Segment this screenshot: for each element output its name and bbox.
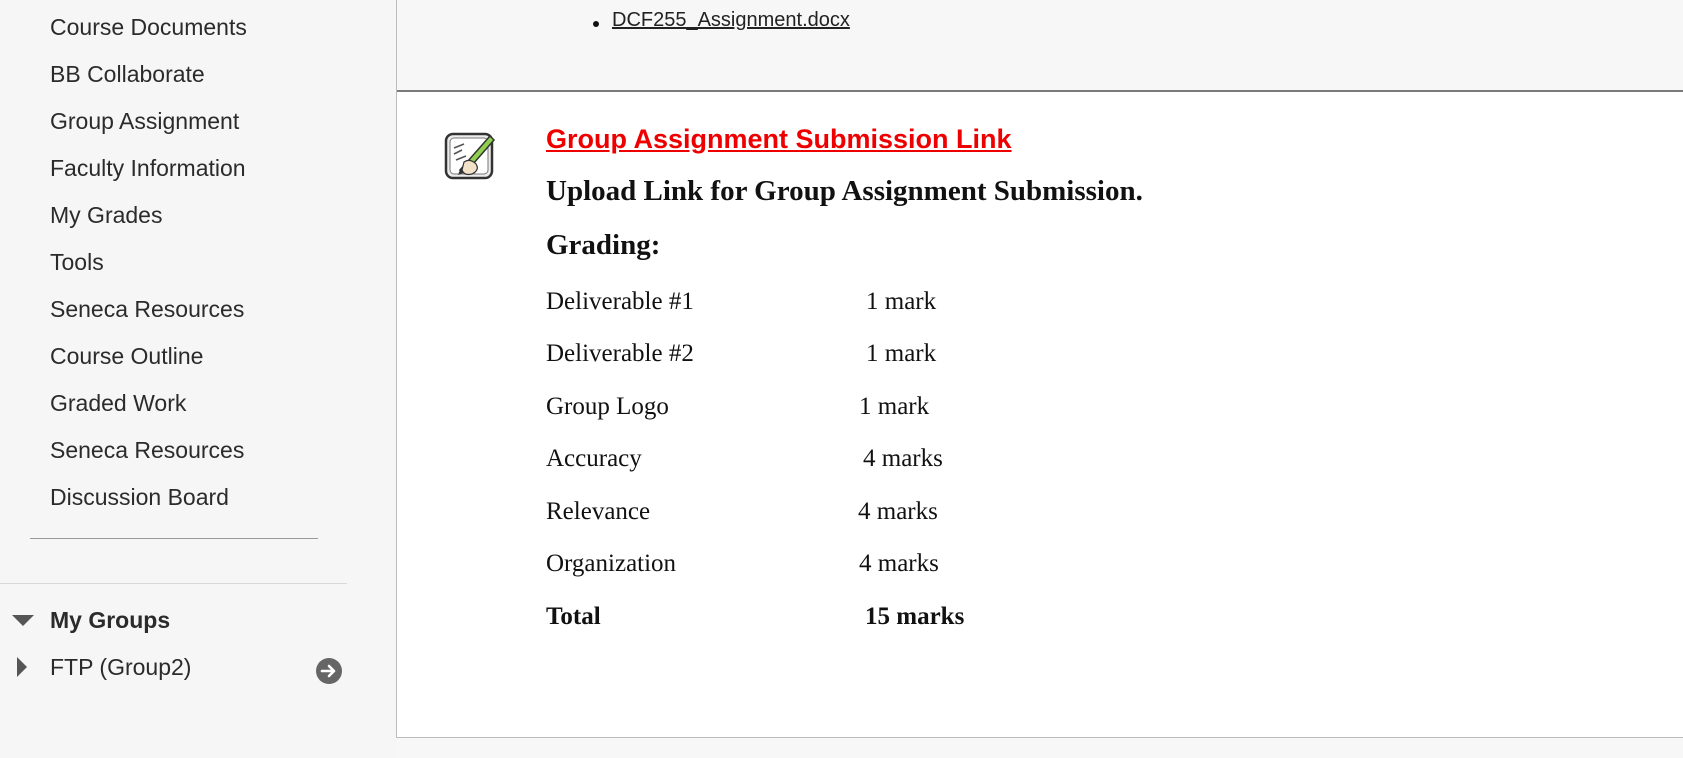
sidebar-item-graded-work[interactable]: Graded Work xyxy=(50,383,247,430)
group-item-label[interactable]: FTP (Group2) xyxy=(50,654,191,681)
bullet xyxy=(593,21,599,27)
grading-row: Deliverable #2 1 mark xyxy=(546,340,1046,374)
my-groups-title: My Groups xyxy=(50,606,171,633)
sidebar-item-faculty-information[interactable]: Faculty Information xyxy=(50,148,247,195)
grading-row: Deliverable #1 1 mark xyxy=(546,288,1046,322)
sidebar-item-seneca-resources[interactable]: Seneca Resources xyxy=(50,289,247,336)
my-groups-header[interactable]: My Groups xyxy=(12,605,170,635)
assignment-icon xyxy=(444,128,496,180)
grading-heading: Grading: xyxy=(546,229,661,261)
course-menu: Course Documents BB Collaborate Group As… xyxy=(50,7,247,524)
grading-row: Accuracy 4 marks xyxy=(546,445,1046,479)
grading-criterion: Deliverable #1 xyxy=(546,288,694,315)
previous-content-item: DCF255_Assignment.docx xyxy=(397,0,1683,92)
grading-mark: 4 marks xyxy=(863,445,943,472)
grading-criterion: Accuracy xyxy=(546,445,642,472)
grading-criterion: Group Logo xyxy=(546,393,669,420)
sidebar-item-group-assignment[interactable]: Group Assignment xyxy=(50,101,247,148)
expand-triangle-icon[interactable] xyxy=(17,657,27,677)
grading-criterion: Relevance xyxy=(546,498,651,525)
sidebar-item-seneca-resources-2[interactable]: Seneca Resources xyxy=(50,430,247,477)
sidebar-item-discussion-board[interactable]: Discussion Board xyxy=(50,477,247,524)
grading-total-row: Total 15 marks xyxy=(546,603,1046,637)
grading-mark: 1 mark xyxy=(866,340,937,367)
attachment-link[interactable]: DCF255_Assignment.docx xyxy=(612,9,850,32)
grading-row: Group Logo 1 mark xyxy=(546,393,1046,427)
grading-criterion: Deliverable #2 xyxy=(546,340,694,367)
grading-mark: 1 mark xyxy=(866,288,937,315)
group-item-ftp-group2[interactable]: FTP (Group2) xyxy=(17,652,191,682)
grading-row: Relevance 4 marks xyxy=(546,498,1046,532)
arrow-right-circle-icon[interactable] xyxy=(316,658,342,684)
sidebar-item-my-grades[interactable]: My Grades xyxy=(50,195,247,242)
content-area: DCF255_Assignment.docx Group Assignment … xyxy=(396,0,1683,738)
groups-divider xyxy=(0,583,347,584)
sidebar-item-course-documents[interactable]: Course Documents xyxy=(50,7,247,54)
grading-total-mark: 15 marks xyxy=(865,603,965,630)
grading-mark: 4 marks xyxy=(859,550,939,577)
grading-mark: 4 marks xyxy=(858,498,938,525)
course-menu-sidebar: Course Documents BB Collaborate Group As… xyxy=(0,0,396,758)
grading-total-label: Total xyxy=(546,603,601,630)
grading-mark: 1 mark xyxy=(859,393,930,420)
grading-criterion: Organization xyxy=(546,550,677,577)
assignment-description: Upload Link for Group Assignment Submiss… xyxy=(546,175,1143,207)
menu-divider xyxy=(30,538,318,539)
sidebar-item-tools[interactable]: Tools xyxy=(50,242,247,289)
grading-row: Organization 4 marks xyxy=(546,550,1046,584)
collapse-triangle-icon[interactable] xyxy=(12,614,34,626)
assignment-title-link[interactable]: Group Assignment Submission Link xyxy=(546,124,1012,155)
sidebar-item-bb-collaborate[interactable]: BB Collaborate xyxy=(50,54,247,101)
sidebar-item-course-outline[interactable]: Course Outline xyxy=(50,336,247,383)
